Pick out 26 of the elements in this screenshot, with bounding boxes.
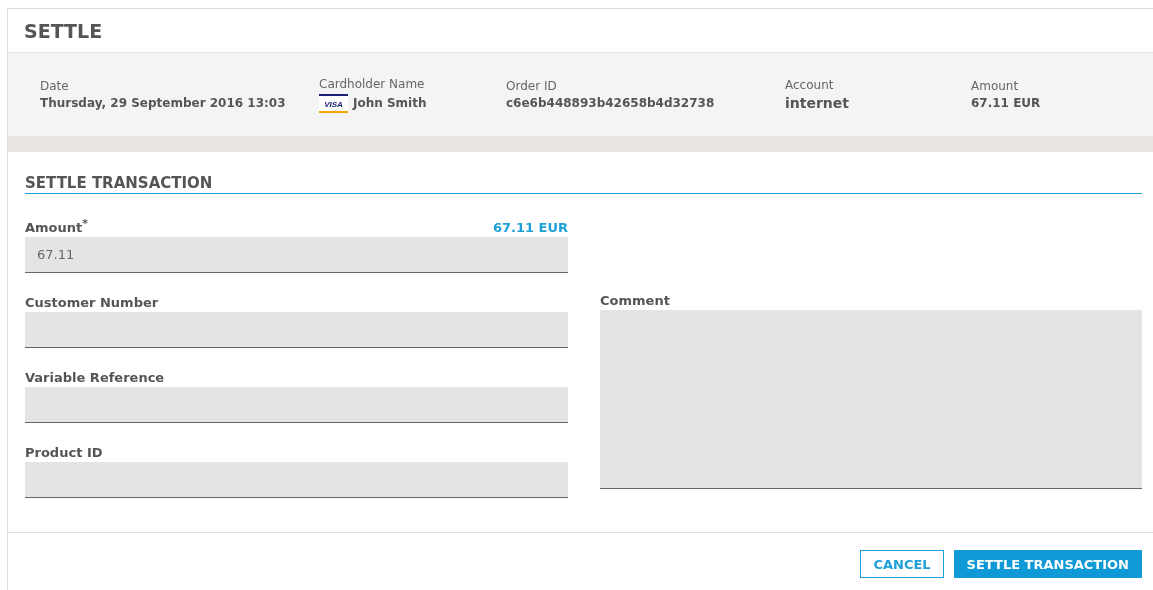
input-field[interactable] <box>25 312 568 348</box>
info-value: John Smith <box>353 96 427 110</box>
input-field[interactable] <box>25 387 568 423</box>
info-label: Cardholder Name <box>319 76 426 91</box>
field-label: Customer Number <box>25 295 159 310</box>
field-label: Amount$^{*}$ <box>25 216 88 235</box>
info-value: Thursday, 29 September 2016 13:03 <box>40 96 286 110</box>
card-logo-icon: VISA <box>319 93 348 113</box>
settle-button[interactable]: SETTLE TRANSACTION <box>953 550 1142 578</box>
field-label: Product ID <box>25 445 103 460</box>
input-field[interactable] <box>25 462 568 498</box>
field-label: Comment <box>600 293 670 308</box>
cancel-button[interactable]: CANCEL <box>860 550 944 578</box>
info-label: Date <box>40 79 70 93</box>
amount-hint: 67.11 EUR <box>492 220 568 235</box>
info-label: Account <box>785 78 835 92</box>
section-title: SETTLE TRANSACTION <box>25 174 213 192</box>
field-label: Variable Reference <box>25 370 165 385</box>
info-value: c6e6b448893b42658b4d32738 <box>506 96 715 110</box>
amount-field[interactable]: 67.11 <box>25 237 568 273</box>
info-value: internet <box>785 95 849 111</box>
info-value: 67.11 EUR <box>971 96 1041 110</box>
page-title: SETTLE <box>24 19 103 42</box>
comment-field[interactable] <box>600 310 1142 489</box>
info-label: Order ID <box>506 79 558 93</box>
info-label: Amount <box>971 79 1020 93</box>
